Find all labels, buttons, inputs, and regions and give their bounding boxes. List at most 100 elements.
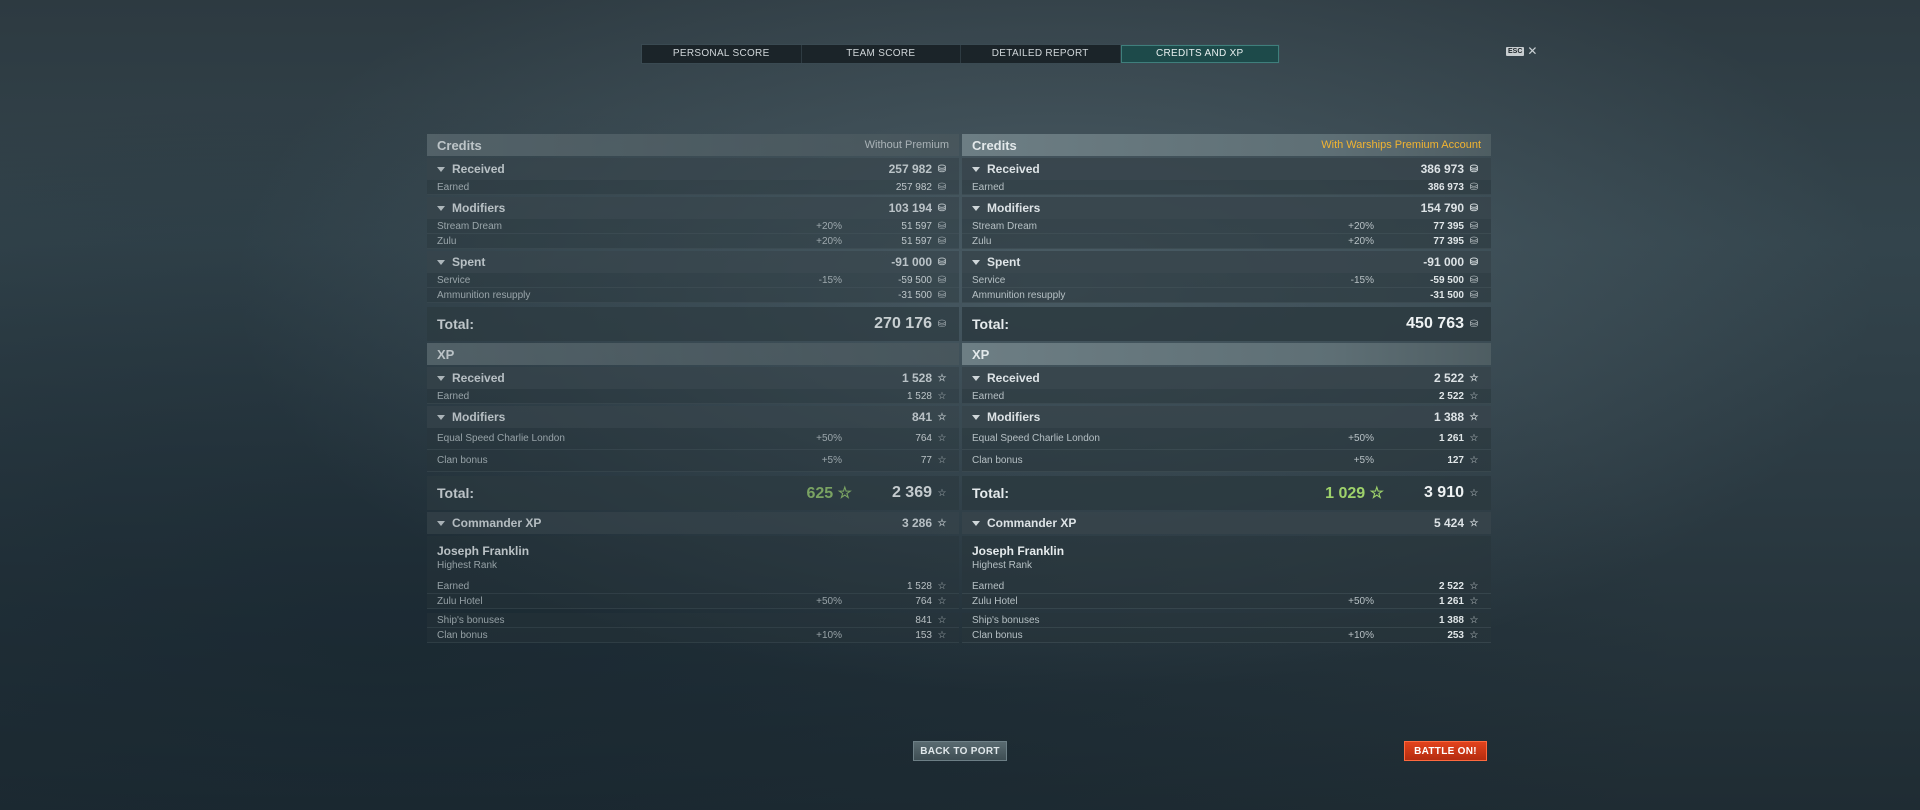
list-item: Clan bonus +10% 153 ☆ bbox=[427, 628, 959, 643]
xp-title: XP bbox=[437, 346, 455, 362]
row-percent: +50% bbox=[1348, 433, 1374, 444]
group-label: Modifiers bbox=[452, 410, 506, 424]
commander-xp-group[interactable]: Commander XP 5 424 ☆ bbox=[962, 512, 1491, 534]
received-group[interactable]: Received 386 973 ⛁ bbox=[962, 158, 1491, 180]
panel-without-premium: Credits Without Premium Received 257 982… bbox=[427, 134, 959, 643]
row-value: -59 500 bbox=[1430, 274, 1464, 286]
credit-icon: ⛁ bbox=[1469, 202, 1479, 214]
list-item: Earned 1 528 ☆ bbox=[427, 579, 959, 594]
row-percent: +20% bbox=[816, 220, 842, 232]
credit-icon: ⛁ bbox=[1469, 220, 1479, 232]
close-control[interactable]: ESC ✕ bbox=[1506, 45, 1537, 57]
row-label: Ammunition resupply bbox=[972, 289, 1066, 301]
xp-received-group[interactable]: Received 2 522 ☆ bbox=[962, 367, 1491, 389]
tab-credits-and-xp[interactable]: CREDITS AND XP bbox=[1120, 45, 1279, 63]
credit-icon: ⛁ bbox=[937, 289, 947, 301]
xp-gain: 625 ☆ bbox=[806, 483, 852, 503]
chevron-down-icon bbox=[437, 205, 445, 211]
xp-modifiers-group[interactable]: Modifiers 841 ☆ bbox=[427, 406, 959, 428]
row-value: 1 528 bbox=[906, 390, 932, 402]
star-icon: ☆ bbox=[1469, 595, 1479, 607]
group-value: 5 424 bbox=[1433, 516, 1464, 530]
total-label: Total: bbox=[437, 485, 475, 501]
battle-on-button[interactable]: BATTLE ON! bbox=[1404, 741, 1487, 761]
list-item: Stream Dream +20% 77 395 ⛁ bbox=[962, 219, 1491, 234]
credits-header: Credits With Warships Premium Account bbox=[962, 134, 1491, 156]
row-label: Stream Dream bbox=[437, 220, 503, 232]
row-value: 2 522 bbox=[1438, 580, 1464, 592]
star-icon: ☆ bbox=[1469, 411, 1479, 423]
chevron-down-icon bbox=[437, 375, 445, 381]
close-icon[interactable]: ✕ bbox=[1527, 45, 1537, 57]
row-label: Earned bbox=[437, 580, 470, 592]
chevron-down-icon bbox=[972, 414, 980, 420]
total-value: 270 176 bbox=[874, 315, 932, 332]
list-item: Earned 2 522 ☆ bbox=[962, 579, 1491, 594]
xp-modifiers-group[interactable]: Modifiers 1 388 ☆ bbox=[962, 406, 1491, 428]
group-value: 2 522 bbox=[1433, 371, 1464, 385]
credit-icon: ⛁ bbox=[937, 202, 947, 214]
row-label: Earned bbox=[437, 181, 470, 193]
xp-header: XP bbox=[962, 343, 1491, 365]
row-label: Service bbox=[972, 274, 1006, 286]
star-icon: ☆ bbox=[1469, 433, 1479, 444]
list-item: Clan bonus +10% 253 ☆ bbox=[962, 628, 1491, 643]
row-label: Zulu bbox=[437, 235, 457, 247]
row-value: -59 500 bbox=[898, 274, 932, 286]
xp-gain: 1 029 ☆ bbox=[1325, 483, 1384, 503]
tab-personal-score[interactable]: PERSONAL SCORE bbox=[642, 45, 802, 63]
total-value: 450 763 bbox=[1406, 315, 1464, 332]
row-label: Clan bonus bbox=[972, 455, 1023, 466]
credit-icon: ⛁ bbox=[937, 235, 947, 247]
tab-team-score[interactable]: TEAM SCORE bbox=[802, 45, 961, 63]
credit-icon: ⛁ bbox=[1469, 318, 1479, 330]
group-label: Spent bbox=[452, 255, 486, 269]
gain-value: 625 bbox=[806, 485, 834, 502]
group-value: 103 194 bbox=[888, 201, 932, 215]
list-item: Service -15% -59 500 ⛁ bbox=[427, 273, 959, 288]
row-value: 764 bbox=[915, 595, 932, 607]
commander-name: Joseph Franklin bbox=[437, 544, 530, 558]
total-label: Total: bbox=[972, 316, 1010, 332]
received-group[interactable]: Received 257 982 ⛁ bbox=[427, 158, 959, 180]
star-icon: ☆ bbox=[937, 390, 947, 402]
star-icon: ☆ bbox=[937, 629, 947, 641]
star-icon: ☆ bbox=[937, 580, 947, 592]
group-label: Modifiers bbox=[987, 201, 1041, 215]
star-icon: ☆ bbox=[1469, 614, 1479, 626]
star-icon: ☆ bbox=[1469, 455, 1479, 466]
list-item: Zulu +20% 77 395 ⛁ bbox=[962, 234, 1491, 249]
credit-icon: ⛁ bbox=[937, 163, 947, 175]
credits-header: Credits Without Premium bbox=[427, 134, 959, 156]
xp-received-group[interactable]: Received 1 528 ☆ bbox=[427, 367, 959, 389]
row-label: Zulu Hotel bbox=[437, 595, 483, 607]
group-value: 1 528 bbox=[901, 371, 932, 385]
credits-total: Total: 450 763 ⛁ bbox=[962, 307, 1491, 341]
row-value: 127 bbox=[1447, 455, 1464, 466]
xp-title: XP bbox=[972, 346, 990, 362]
commander-card: Joseph Franklin Highest Rank bbox=[962, 536, 1491, 579]
total-label: Total: bbox=[437, 316, 475, 332]
group-value: 386 973 bbox=[1420, 162, 1464, 176]
star-icon: ☆ bbox=[1469, 580, 1479, 592]
tab-detailed-report[interactable]: DETAILED REPORT bbox=[961, 45, 1121, 63]
group-label: Received bbox=[452, 371, 505, 385]
commander-name: Joseph Franklin bbox=[972, 544, 1065, 558]
list-item: Clan bonus +5% 77 ☆ bbox=[427, 450, 959, 472]
group-label: Received bbox=[452, 162, 505, 176]
modifiers-group[interactable]: Modifiers 154 790 ⛁ bbox=[962, 197, 1491, 219]
row-percent: +10% bbox=[816, 629, 842, 641]
chevron-down-icon bbox=[972, 166, 980, 172]
back-to-port-button[interactable]: BACK TO PORT bbox=[913, 741, 1007, 761]
spent-group[interactable]: Spent -91 000 ⛁ bbox=[962, 251, 1491, 273]
credits-title: Credits bbox=[437, 137, 482, 153]
total-value: 2 369 bbox=[891, 484, 932, 501]
group-value: 257 982 bbox=[888, 162, 932, 176]
commander-xp-group[interactable]: Commander XP 3 286 ☆ bbox=[427, 512, 959, 534]
spent-group[interactable]: Spent -91 000 ⛁ bbox=[427, 251, 959, 273]
group-label: Received bbox=[987, 371, 1040, 385]
commander-card: Joseph Franklin Highest Rank bbox=[427, 536, 959, 579]
row-value: 1 261 bbox=[1438, 433, 1464, 444]
group-value: 3 286 bbox=[901, 516, 932, 530]
modifiers-group[interactable]: Modifiers 103 194 ⛁ bbox=[427, 197, 959, 219]
